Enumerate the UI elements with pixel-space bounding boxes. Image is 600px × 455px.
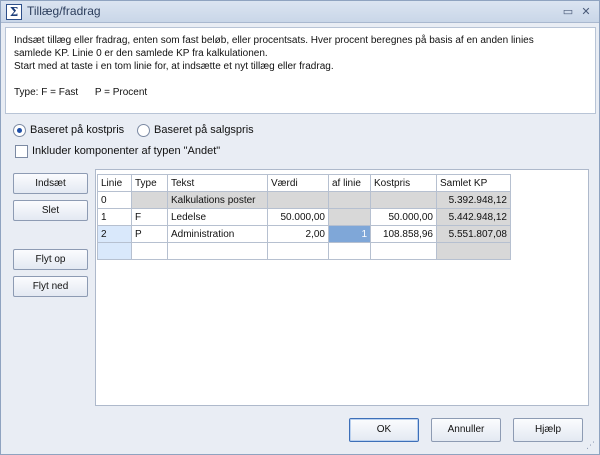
cell-vaerdi[interactable]: 2,00 (267, 225, 329, 243)
column-header-vaerdi[interactable]: Værdi (267, 174, 329, 192)
insert-button[interactable]: Indsæt (13, 173, 88, 194)
info-line-2: samlede KP. Linie 0 er den samlede KP fr… (14, 48, 268, 59)
minimize-icon[interactable]: ▭ (561, 5, 575, 19)
cell-tekst[interactable]: Administration (167, 225, 268, 243)
cell-type[interactable] (131, 242, 168, 260)
cell-vaerdi[interactable]: 50.000,00 (267, 208, 329, 226)
cell-type[interactable]: F (131, 208, 168, 226)
cell-samlet-kp (436, 242, 511, 260)
include-other-checkbox[interactable] (15, 145, 28, 158)
grid-header-row: Linie Type Tekst Værdi af linie Kostpris… (97, 174, 511, 192)
move-up-button[interactable]: Flyt op (13, 249, 88, 270)
cell-samlet-kp: 5.392.948,12 (436, 191, 511, 209)
sigma-icon: Σ (6, 4, 22, 20)
cell-linie[interactable]: 1 (97, 208, 132, 226)
radio-sales-price[interactable] (137, 124, 150, 137)
cell-vaerdi[interactable] (267, 242, 329, 260)
table-row[interactable] (97, 242, 511, 260)
cell-linie[interactable] (97, 242, 132, 260)
column-header-kostpris[interactable]: Kostpris (370, 174, 437, 192)
column-header-linie[interactable]: Linie (97, 174, 132, 192)
ok-button[interactable]: OK (349, 418, 419, 442)
cell-linie[interactable]: 0 (97, 191, 132, 209)
cell-samlet-kp: 5.551.807,08 (436, 225, 511, 243)
cell-samlet-kp: 5.442.948,12 (436, 208, 511, 226)
table-row[interactable]: 1 F Ledelse 50.000,00 50.000,00 5.442.94… (97, 208, 511, 226)
cell-af-linie (328, 208, 371, 226)
cell-kostpris: 50.000,00 (370, 208, 437, 226)
cell-tekst[interactable] (167, 242, 268, 260)
cell-type[interactable]: P (131, 225, 168, 243)
cell-tekst: Kalkulations poster (167, 191, 268, 209)
cell-type (131, 191, 168, 209)
move-down-button[interactable]: Flyt ned (13, 276, 88, 297)
cell-af-linie[interactable] (328, 242, 371, 260)
radio-cost-price[interactable] (13, 124, 26, 137)
cell-kostpris: 108.858,96 (370, 225, 437, 243)
delete-button[interactable]: Slet (13, 200, 88, 221)
column-header-samlet-kp[interactable]: Samlet KP (436, 174, 511, 192)
table-row[interactable]: 0 Kalkulations poster 5.392.948,12 (97, 191, 511, 209)
cancel-button[interactable]: Annuller (431, 418, 501, 442)
info-line-3: Start med at taste i en tom linie for, a… (14, 61, 334, 72)
lines-grid: Linie Type Tekst Værdi af linie Kostpris… (97, 174, 511, 260)
resize-grip-icon[interactable]: ⋰ (586, 441, 596, 451)
cell-kostpris (370, 191, 437, 209)
table-row[interactable]: 2 P Administration 2,00 1 108.858,96 5.5… (97, 225, 511, 243)
lines-grid-panel: Linie Type Tekst Værdi af linie Kostpris… (95, 169, 589, 406)
cell-af-linie (328, 191, 371, 209)
radio-cost-price-label[interactable]: Baseret på kostpris (30, 124, 124, 136)
cell-kostpris (370, 242, 437, 260)
cell-tekst[interactable]: Ledelse (167, 208, 268, 226)
radio-sales-price-label[interactable]: Baseret på salgspris (154, 124, 254, 136)
window-title: Tillæg/fradrag (27, 4, 101, 18)
close-icon[interactable]: ✕ (579, 5, 593, 19)
help-button[interactable]: Hjælp (513, 418, 583, 442)
info-line-4: Type: F = Fast P = Procent (14, 87, 148, 98)
column-header-tekst[interactable]: Tekst (167, 174, 268, 192)
title-bar[interactable]: Σ Tillæg/fradrag ▭ ✕ (1, 1, 599, 23)
cell-af-linie[interactable]: 1 (328, 225, 371, 243)
column-header-type[interactable]: Type (131, 174, 168, 192)
include-other-label[interactable]: Inkluder komponenter af typen "Andet" (32, 145, 220, 157)
cell-linie[interactable]: 2 (97, 225, 132, 243)
info-panel: Indsæt tillæg eller fradrag, enten som f… (5, 27, 596, 114)
dialog-window: Σ Tillæg/fradrag ▭ ✕ Indsæt tillæg eller… (0, 0, 600, 455)
info-line-1: Indsæt tillæg eller fradrag, enten som f… (14, 35, 534, 46)
cell-vaerdi (267, 191, 329, 209)
column-header-af-linie[interactable]: af linie (328, 174, 371, 192)
